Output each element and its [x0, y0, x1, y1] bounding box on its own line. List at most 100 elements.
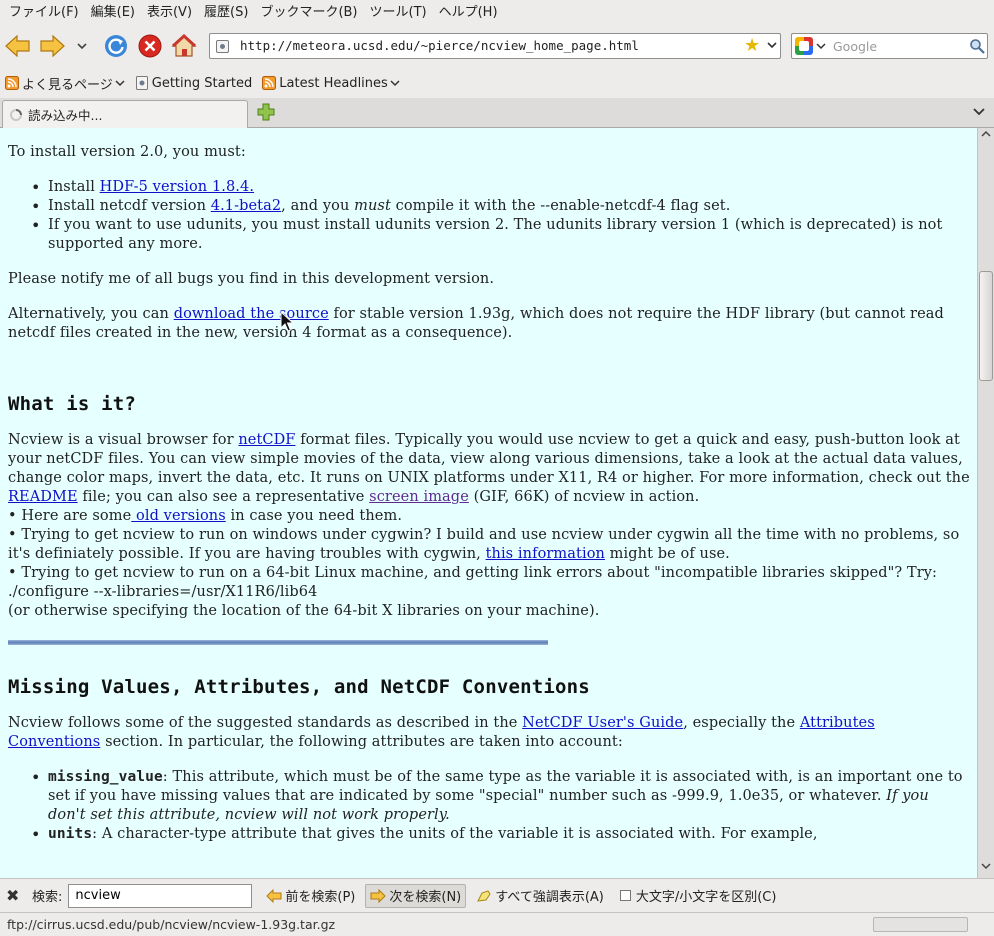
rss-folder-icon	[5, 76, 19, 90]
download-source-link[interactable]: download the source	[174, 306, 329, 322]
scroll-up-arrow-icon[interactable]	[981, 130, 991, 138]
url-dropdown-button[interactable]	[766, 39, 778, 55]
scroll-down-arrow-icon[interactable]	[981, 862, 991, 870]
configure-command: ./configure --x-libraries=/usr/X11R6/lib…	[8, 584, 318, 600]
menu-tools[interactable]: ツール(T)	[364, 0, 433, 26]
search-engine-dropdown[interactable]	[816, 40, 826, 55]
arrow-left-icon	[266, 888, 282, 903]
page-icon	[135, 76, 148, 90]
url-bar[interactable]: http://meteora.ucsd.edu/~pierce/ncview_h…	[209, 33, 781, 59]
navigation-toolbar: http://meteora.ucsd.edu/~pierce/ncview_h…	[0, 26, 994, 66]
search-box[interactable]: Google	[791, 33, 988, 59]
configure-note: (or otherwise specifying the location of…	[8, 603, 600, 619]
what-is-it-heading: What is it?	[8, 393, 137, 415]
vertical-scrollbar[interactable]	[977, 128, 994, 878]
rss-feed-icon	[262, 76, 277, 90]
chevron-down-icon	[816, 43, 826, 50]
find-previous-button[interactable]: 前を検索(P)	[262, 884, 359, 908]
list-item: units: A character-type attribute that g…	[31, 825, 970, 844]
find-next-button[interactable]: 次を検索(N)	[365, 883, 467, 908]
forward-button[interactable]	[38, 32, 66, 60]
match-case-checkbox[interactable]	[619, 890, 631, 901]
bookmark-label: よく見るページ	[22, 77, 113, 93]
list-item: If you want to use udunits, you must ins…	[31, 216, 970, 254]
status-bar: ftp://cirrus.ucsd.edu/pub/ncview/ncview-…	[0, 912, 994, 936]
bookmark-most-visited[interactable]: よく見るページ	[5, 71, 125, 95]
list-item: missing_value: This attribute, which mus…	[31, 768, 970, 825]
menu-help[interactable]: ヘルプ(H)	[433, 0, 504, 26]
install-intro: To install version 2.0, you must:	[8, 144, 246, 160]
menu-view[interactable]: 表示(V)	[141, 0, 198, 26]
bullet-glyph: •	[8, 527, 22, 543]
bookmarks-toolbar: よく見るページ Getting Started Latest Headlines	[0, 70, 994, 96]
history-dropdown-button[interactable]	[72, 32, 92, 60]
missing-values-heading: Missing Values, Attributes, and NetCDF C…	[8, 676, 590, 698]
readme-link[interactable]: README	[8, 489, 78, 505]
reload-button[interactable]	[102, 32, 130, 60]
chevron-down-icon	[115, 80, 125, 87]
menu-history[interactable]: 履歴(S)	[198, 0, 254, 26]
back-arrow-icon	[5, 35, 30, 57]
back-button[interactable]	[4, 32, 32, 60]
find-input[interactable]	[68, 883, 253, 908]
search-go-button[interactable]	[969, 38, 985, 58]
netcdf-version-link[interactable]: 4.1-beta2	[211, 198, 281, 214]
scrollbar-thumb[interactable]	[979, 271, 993, 381]
arrow-right-icon	[370, 888, 387, 903]
netcdf-link[interactable]: netCDF	[238, 432, 295, 448]
home-button[interactable]	[170, 32, 198, 60]
what-section: Ncview is a visual browser for netCDF fo…	[8, 432, 970, 619]
bookmark-getting-started[interactable]: Getting Started	[135, 71, 253, 95]
missing-intro: Ncview follows some of the suggested sta…	[8, 715, 875, 750]
menu-bar: ファイル(F) 編集(E) 表示(V) 履歴(S) ブックマーク(B) ツール(…	[0, 0, 994, 26]
install-list: Install HDF-5 version 1.8.4. Install net…	[8, 178, 970, 254]
find-label: 検索:	[32, 890, 63, 905]
hdf5-link[interactable]: HDF-5 version 1.8.4.	[100, 179, 254, 195]
menu-edit[interactable]: 編集(E)	[85, 0, 141, 26]
section-divider	[8, 640, 548, 645]
menu-bookmarks[interactable]: ブックマーク(B)	[254, 0, 363, 26]
status-text: ftp://cirrus.ucsd.edu/pub/ncview/ncview-…	[7, 917, 336, 932]
highlight-all-button[interactable]: すべて強調表示(A)	[472, 884, 608, 908]
bookmark-star-icon[interactable]: ★	[744, 36, 760, 56]
chevron-down-icon	[767, 42, 777, 49]
tab-loading[interactable]: 読み込み中...	[2, 100, 248, 128]
bookmark-latest-headlines[interactable]: Latest Headlines	[262, 71, 400, 95]
new-tab-button[interactable]	[256, 102, 276, 122]
bookmark-label: Getting Started	[151, 75, 253, 91]
tab-label: 読み込み中...	[28, 108, 103, 123]
url-text[interactable]: http://meteora.ucsd.edu/~pierce/ncview_h…	[240, 38, 639, 53]
find-close-icon[interactable]: ✖	[6, 886, 22, 905]
list-item: Install netcdf version 4.1-beta2, and yo…	[31, 197, 970, 216]
find-bar: ✖ 検索: 前を検索(P) 次を検索(N) すべて強調表示(A) 大文字/小文字…	[0, 878, 994, 912]
stop-button[interactable]	[136, 32, 164, 60]
page-content: To install version 2.0, you must: Instal…	[0, 128, 977, 878]
bullet-glyph: •	[8, 565, 22, 581]
bookmark-label: Latest Headlines	[279, 75, 388, 91]
old-versions-link[interactable]: old versions	[131, 508, 226, 524]
this-information-link[interactable]: this information	[486, 546, 605, 562]
highlighter-icon	[477, 889, 491, 902]
mouse-cursor-icon	[280, 311, 294, 332]
netcdf-users-guide-link[interactable]: NetCDF User's Guide	[522, 715, 683, 731]
menu-file[interactable]: ファイル(F)	[3, 0, 85, 26]
notify-text: Please notify me of all bugs you find in…	[8, 271, 495, 287]
chevron-down-icon	[973, 108, 985, 116]
tab-list-button[interactable]	[973, 105, 985, 120]
reload-icon	[105, 35, 127, 57]
tab-strip: 読み込み中...	[0, 98, 994, 128]
site-identity-icon[interactable]	[216, 40, 229, 53]
magnifier-icon	[970, 39, 985, 54]
forward-arrow-icon	[40, 35, 65, 57]
bullet-glyph: •	[8, 508, 22, 524]
status-progress-bar	[873, 917, 968, 932]
plus-icon	[257, 103, 275, 121]
alternative-text: Alternatively, you can download the sour…	[8, 306, 944, 341]
search-placeholder[interactable]: Google	[833, 39, 877, 54]
chevron-down-icon	[390, 80, 400, 87]
screen-image-link[interactable]: screen image	[369, 489, 469, 505]
attributes-list: missing_value: This attribute, which mus…	[8, 768, 970, 844]
chevron-down-icon	[77, 43, 87, 50]
match-case-label: 大文字/小文字を区別(C)	[635, 890, 777, 905]
google-logo-icon[interactable]	[795, 37, 813, 55]
